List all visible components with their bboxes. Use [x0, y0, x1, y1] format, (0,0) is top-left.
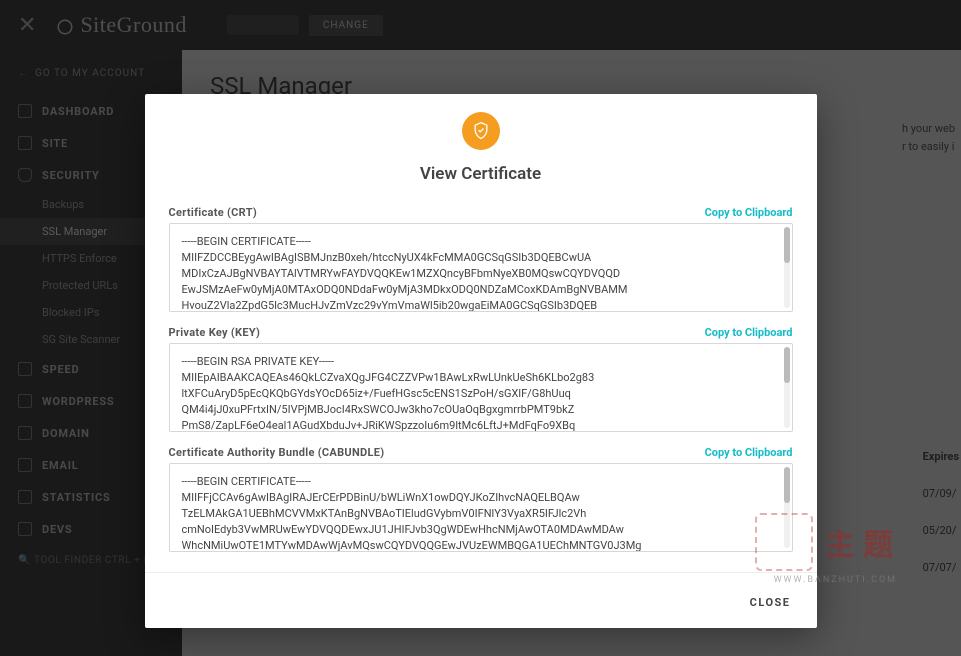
key-textarea[interactable]: -----BEGIN RSA PRIVATE KEY----- MIIEpAIB… — [169, 343, 793, 432]
certificate-badge-icon — [462, 112, 500, 150]
cabundle-textarea[interactable]: -----BEGIN CERTIFICATE----- MIIFFjCCAv6g… — [169, 463, 793, 552]
scrollbar[interactable] — [784, 467, 790, 548]
copy-crt-button[interactable]: Copy to Clipboard — [705, 206, 793, 219]
modal-title: View Certificate — [169, 164, 793, 184]
cabundle-label: Certificate Authority Bundle (CABUNDLE) — [169, 446, 385, 459]
copy-key-button[interactable]: Copy to Clipboard — [705, 326, 793, 339]
modal-overlay[interactable]: View Certificate Certificate (CRT) Copy … — [0, 0, 961, 656]
view-certificate-modal: View Certificate Certificate (CRT) Copy … — [145, 94, 817, 628]
field-cabundle: Certificate Authority Bundle (CABUNDLE) … — [169, 446, 793, 552]
crt-textarea[interactable]: -----BEGIN CERTIFICATE----- MIIFZDCCBEyg… — [169, 223, 793, 312]
close-button[interactable]: CLOSE — [750, 596, 791, 609]
crt-label: Certificate (CRT) — [169, 206, 257, 219]
key-label: Private Key (KEY) — [169, 326, 261, 339]
scrollbar[interactable] — [784, 347, 790, 428]
modal-footer: CLOSE — [145, 572, 817, 628]
field-crt: Certificate (CRT) Copy to Clipboard ----… — [169, 206, 793, 312]
scrollbar[interactable] — [784, 227, 790, 308]
field-key: Private Key (KEY) Copy to Clipboard ----… — [169, 326, 793, 432]
copy-cabundle-button[interactable]: Copy to Clipboard — [705, 446, 793, 459]
